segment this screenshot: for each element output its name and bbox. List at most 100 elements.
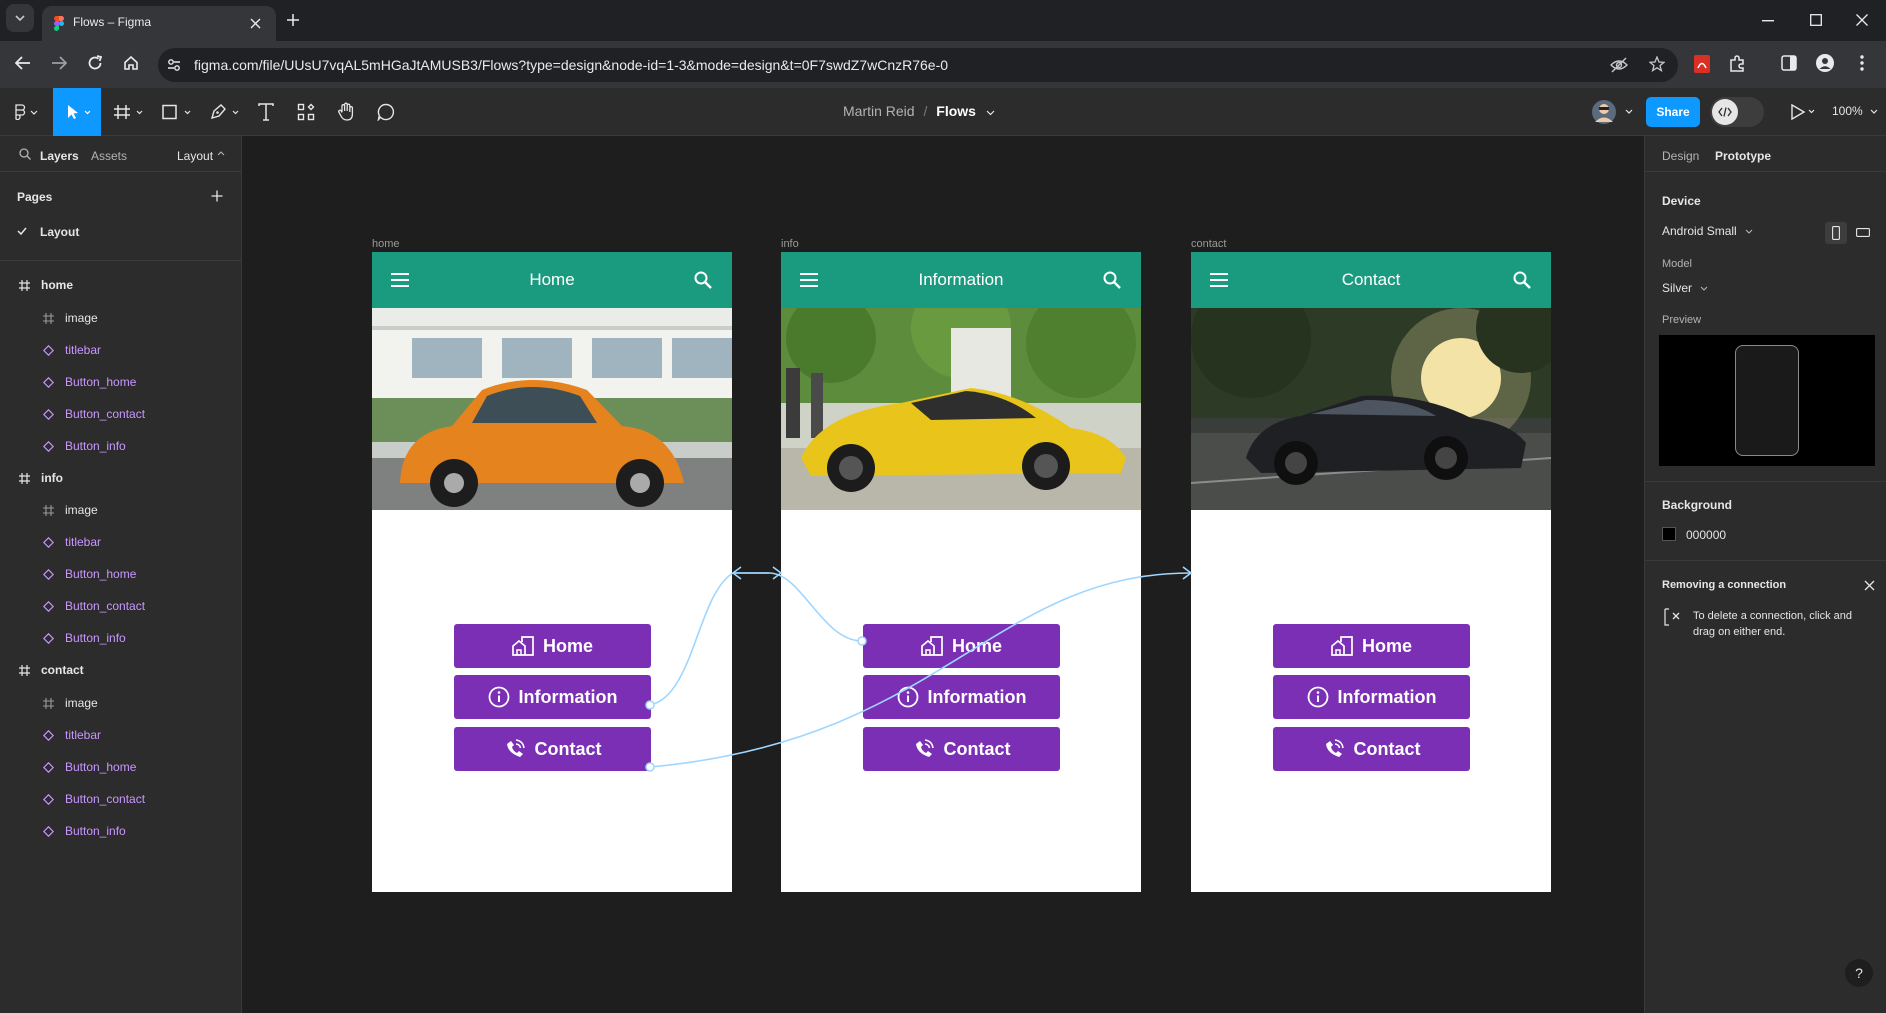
component-instance-icon bbox=[43, 408, 54, 420]
forward-arrow-icon[interactable] bbox=[51, 56, 67, 70]
tab-layers[interactable]: Layers bbox=[40, 149, 79, 163]
component-instance-icon bbox=[43, 761, 54, 773]
file-name[interactable]: Flows bbox=[936, 103, 976, 119]
dev-mode-toggle[interactable] bbox=[1710, 97, 1764, 127]
background-heading: Background bbox=[1662, 498, 1733, 512]
connection-info-to-info-frame[interactable] bbox=[649, 572, 769, 706]
layers-panel: Layers Assets Layout Pages Layout home im… bbox=[0, 136, 242, 1013]
landscape-device-icon[interactable] bbox=[1856, 228, 1870, 237]
minimize-icon[interactable] bbox=[1762, 20, 1774, 22]
browser-tabstrip: Flows – Figma bbox=[0, 0, 1886, 41]
bookmark-star-icon[interactable] bbox=[1649, 56, 1665, 72]
home-icon[interactable] bbox=[123, 55, 139, 71]
connection-handle[interactable] bbox=[857, 636, 867, 646]
tab-assets[interactable]: Assets bbox=[91, 149, 127, 163]
model-dropdown[interactable]: Silver bbox=[1662, 281, 1722, 297]
connection-handle[interactable] bbox=[645, 700, 655, 710]
layer-name: image bbox=[65, 310, 98, 325]
present-button[interactable] bbox=[1788, 100, 1818, 124]
component-instance-icon bbox=[43, 569, 54, 580]
pen-icon bbox=[210, 104, 239, 120]
eye-off-icon[interactable] bbox=[1610, 57, 1628, 73]
extensions-puzzle-icon[interactable] bbox=[1728, 55, 1746, 73]
pdf-extension-icon[interactable] bbox=[1694, 55, 1710, 73]
layer-frame-info[interactable]: info bbox=[0, 463, 242, 495]
new-tab-icon[interactable] bbox=[287, 14, 299, 26]
layer-titlebar[interactable]: titlebar bbox=[0, 720, 242, 752]
layer-button_contact[interactable]: Button_contact bbox=[0, 591, 242, 623]
connection-home-to-home-frame[interactable] bbox=[734, 572, 863, 642]
multiplayer-avatar-button[interactable] bbox=[1590, 97, 1638, 127]
layer-name: titlebar bbox=[65, 727, 102, 742]
resources-grid-icon bbox=[297, 103, 315, 121]
add-page-icon[interactable] bbox=[211, 190, 223, 202]
portrait-toggle[interactable] bbox=[1825, 222, 1847, 244]
browser-tab-active[interactable]: Flows – Figma bbox=[42, 6, 276, 41]
background-hex-input[interactable]: 000000 bbox=[1686, 528, 1726, 542]
layer-button_info[interactable]: Button_info bbox=[0, 816, 242, 848]
help-button[interactable]: ? bbox=[1845, 959, 1873, 987]
layer-image[interactable]: image bbox=[0, 303, 242, 335]
device-dropdown[interactable]: Android Small bbox=[1662, 224, 1762, 240]
chevron-up-icon[interactable] bbox=[217, 151, 225, 156]
main-menu-button[interactable] bbox=[8, 88, 46, 136]
zoom-level[interactable]: 100% bbox=[1832, 104, 1878, 118]
layer-name: Button_info bbox=[65, 631, 126, 645]
frame-hash-icon bbox=[43, 312, 54, 324]
shape-tool-button[interactable] bbox=[160, 88, 194, 136]
move-tool-button[interactable] bbox=[53, 88, 101, 136]
divider bbox=[1645, 171, 1886, 172]
layer-frame-contact[interactable]: contact bbox=[0, 655, 242, 687]
hand-tool-button[interactable] bbox=[334, 88, 358, 136]
share-button[interactable]: Share bbox=[1646, 97, 1700, 127]
layer-button_home[interactable]: Button_home bbox=[0, 752, 242, 784]
more-menu-icon[interactable] bbox=[1860, 55, 1864, 71]
text-tool-button[interactable] bbox=[254, 88, 278, 136]
resources-tool-button[interactable] bbox=[294, 88, 318, 136]
breadcrumb-team[interactable]: Martin Reid bbox=[843, 103, 915, 119]
layer-button_info[interactable]: Button_info bbox=[0, 623, 242, 655]
layer-image[interactable]: image bbox=[0, 688, 242, 720]
checkmark-icon bbox=[17, 227, 27, 235]
layer-button_home[interactable]: Button_home bbox=[0, 559, 242, 591]
layout-dropdown[interactable]: Layout bbox=[177, 149, 213, 163]
layer-button_contact[interactable]: Button_contact bbox=[0, 399, 242, 431]
layer-titlebar[interactable]: titlebar bbox=[0, 335, 242, 367]
maximize-icon[interactable] bbox=[1810, 14, 1822, 26]
code-brackets-icon bbox=[1718, 107, 1732, 117]
close-window-icon[interactable] bbox=[1856, 14, 1868, 26]
layer-button_contact[interactable]: Button_contact bbox=[0, 784, 242, 816]
search-icon[interactable] bbox=[19, 148, 31, 160]
user-avatar-icon bbox=[1592, 100, 1633, 124]
zoom-value: 100% bbox=[1832, 104, 1863, 118]
disconnect-icon bbox=[1664, 608, 1680, 626]
layer-button_info[interactable]: Button_info bbox=[0, 431, 242, 463]
file-menu-chevron-icon[interactable] bbox=[986, 110, 995, 116]
layer-name: Button_info bbox=[65, 823, 126, 838]
tab-prototype[interactable]: Prototype bbox=[1715, 149, 1771, 163]
address-bar[interactable]: figma.com/file/UUsU7vqAL5mHGaJtAMUSB3/Fl… bbox=[158, 48, 1678, 82]
site-info-icon[interactable] bbox=[167, 58, 181, 72]
page-item-layout[interactable]: Layout bbox=[0, 216, 242, 248]
layer-button_home[interactable]: Button_home bbox=[0, 367, 242, 399]
comment-tool-button[interactable] bbox=[374, 88, 398, 136]
close-icon[interactable] bbox=[1864, 580, 1875, 591]
rectangle-icon bbox=[162, 104, 191, 120]
layer-titlebar[interactable]: titlebar bbox=[0, 527, 242, 559]
tab-design[interactable]: Design bbox=[1662, 149, 1699, 163]
connection-handle[interactable] bbox=[645, 762, 655, 772]
frame-tool-button[interactable] bbox=[112, 88, 146, 136]
layer-image[interactable]: image bbox=[0, 495, 242, 527]
side-panel-icon[interactable] bbox=[1781, 55, 1797, 71]
design-canvas[interactable]: home Home Home Information Contact info … bbox=[242, 136, 1644, 1013]
tab-search-button[interactable] bbox=[6, 4, 34, 32]
frame-hash-icon bbox=[19, 280, 30, 291]
close-tab-icon[interactable] bbox=[250, 18, 261, 29]
profile-avatar-icon[interactable] bbox=[1816, 54, 1834, 72]
layer-frame-home[interactable]: home bbox=[0, 270, 242, 302]
reload-icon[interactable] bbox=[87, 55, 103, 71]
connection-contact-to-contact-frame[interactable] bbox=[649, 572, 1192, 768]
back-arrow-icon[interactable] bbox=[15, 56, 31, 70]
color-swatch[interactable] bbox=[1662, 527, 1676, 541]
pen-tool-button[interactable] bbox=[208, 88, 242, 136]
